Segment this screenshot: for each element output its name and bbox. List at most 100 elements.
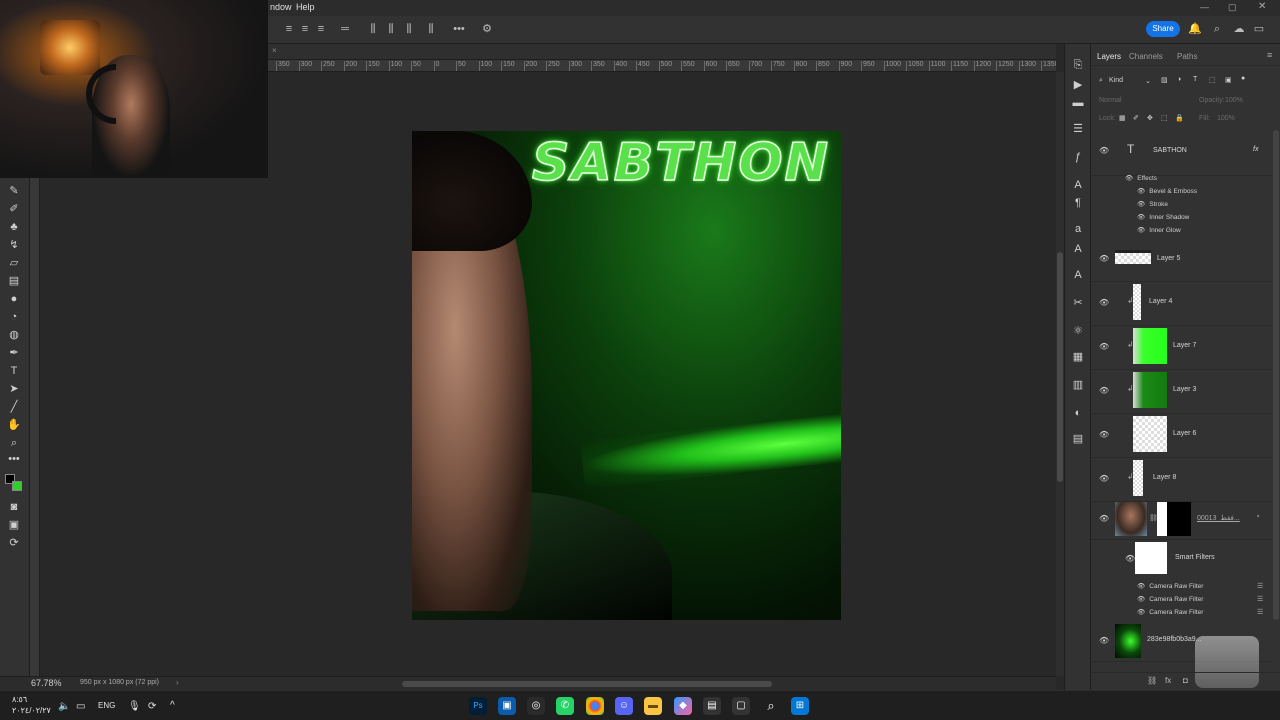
lock-position-icon[interactable]: ✥: [1147, 114, 1153, 122]
visibility-eye-icon[interactable]: 👁: [1099, 430, 1109, 439]
horizontal-scrollbar[interactable]: [402, 681, 772, 687]
gradient-tool-icon[interactable]: ▤: [7, 274, 21, 288]
layer-row-7[interactable]: 👁 ↲ Layer 7: [1091, 326, 1273, 370]
blend-mode-select[interactable]: Normal: [1099, 97, 1122, 104]
libraries-icon[interactable]: ▤: [1071, 432, 1085, 446]
paragraph-icon[interactable]: ¶: [1071, 196, 1085, 210]
layer-row-3[interactable]: 👁 ↲ Layer 3: [1091, 370, 1273, 414]
filter-type-icon[interactable]: T: [1193, 76, 1197, 83]
lock-all-icon[interactable]: 🔒: [1175, 114, 1184, 122]
character-icon[interactable]: A: [1071, 178, 1085, 192]
network-icon[interactable]: ▭: [76, 701, 85, 712]
lock-pixels-icon[interactable]: ▦: [1119, 114, 1126, 122]
quick-mask-icon[interactable]: ◙: [7, 500, 21, 514]
sync-icon[interactable]: ⟳: [148, 701, 156, 712]
layer-mask-thumbnail[interactable]: [1157, 502, 1191, 536]
visibility-eye-icon[interactable]: 👁: [1099, 298, 1109, 307]
filter-smart-icon[interactable]: ▣: [1225, 76, 1232, 84]
tab-channels[interactable]: Channels: [1129, 52, 1163, 61]
layer-row-4[interactable]: 👁 ↲ Layer 4: [1091, 282, 1273, 326]
chatgpt-icon[interactable]: ◎: [527, 697, 545, 715]
visibility-eye-icon[interactable]: 👁: [1099, 514, 1109, 523]
smart-filters-row[interactable]: 👁 Smart Filters: [1091, 540, 1273, 576]
smart-filter-item[interactable]: 👁 Camera Raw Filter: [1137, 608, 1203, 616]
zoom-tool-icon[interactable]: ⌕: [7, 436, 21, 450]
layer-name[interactable]: Layer 3: [1173, 386, 1196, 393]
filter-options-icon[interactable]: ☰: [1257, 595, 1263, 603]
fill-value[interactable]: 100%: [1217, 115, 1235, 122]
workspace-icon[interactable]: ▭: [1252, 22, 1266, 36]
visibility-eye-icon[interactable]: 👁: [1099, 254, 1109, 263]
lock-artboard-icon[interactable]: ⬚: [1161, 114, 1168, 122]
dodge-tool-icon[interactable]: ◔: [7, 310, 21, 324]
visibility-eye-icon[interactable]: 👁: [1099, 342, 1109, 351]
history-icon[interactable]: ⎘: [1071, 58, 1085, 72]
character-styles-icon[interactable]: A: [1071, 268, 1085, 282]
generative-icon[interactable]: ⟳: [7, 536, 21, 550]
layer-name[interactable]: Layer 5: [1157, 255, 1180, 262]
search-icon[interactable]: ⌕: [762, 697, 780, 715]
type-tool-icon[interactable]: T: [7, 364, 21, 378]
adjustments-icon[interactable]: ◐: [1071, 406, 1085, 420]
tray-expand-icon[interactable]: ^: [170, 700, 175, 711]
layer-name[interactable]: Layer 4: [1149, 298, 1172, 305]
visibility-eye-icon[interactable]: 👁: [1099, 386, 1109, 395]
sponge-tool-icon[interactable]: ◍: [7, 328, 21, 342]
smart-filter-item[interactable]: 👁 Camera Raw Filter: [1137, 595, 1203, 603]
store-icon[interactable]: ▤: [703, 697, 721, 715]
visibility-eye-icon[interactable]: 👁: [1099, 636, 1109, 645]
align-bottom-icon[interactable]: ⫼: [402, 22, 416, 36]
document-info[interactable]: 950 px x 1080 px (72 ppi): [80, 679, 159, 686]
fx-badge[interactable]: fx: [1253, 146, 1258, 153]
eraser-tool-icon[interactable]: ▱: [7, 256, 21, 270]
status-arrow-icon[interactable]: ›: [176, 678, 179, 687]
folder-icon[interactable]: ▬: [644, 697, 662, 715]
close-icon[interactable]: ✕: [1258, 1, 1266, 12]
filter-adjustment-icon[interactable]: ◑: [1177, 76, 1181, 83]
hand-tool-icon[interactable]: ✋: [7, 418, 21, 432]
add-style-icon[interactable]: fx: [1165, 676, 1171, 685]
edit-toolbar-icon[interactable]: •••: [7, 452, 21, 466]
search-icon[interactable]: ⌕: [1210, 22, 1224, 36]
clock-date[interactable]: ٢٠٢٤/٠٢/٢٧: [12, 706, 51, 715]
visibility-eye-icon[interactable]: 👁: [1125, 554, 1135, 563]
language-indicator[interactable]: ENG: [98, 701, 115, 710]
filter-options-icon[interactable]: ☰: [1257, 582, 1263, 590]
align-middle-icon[interactable]: ⫼: [384, 22, 398, 36]
layer-row-sabthon[interactable]: 👁 T SABTHON fx: [1091, 132, 1273, 176]
align-left-icon[interactable]: ≡: [282, 22, 296, 36]
explorer-window-icon[interactable]: ▣: [498, 697, 516, 715]
distribute-icon[interactable]: ═: [338, 22, 352, 36]
effects-group[interactable]: 👁 Effects: [1125, 174, 1157, 182]
smart-filter-mask-thumbnail[interactable]: [1135, 542, 1167, 574]
visibility-eye-icon[interactable]: 👁: [1099, 146, 1109, 155]
path-select-tool-icon[interactable]: ➤: [7, 382, 21, 396]
filter-options-icon[interactable]: ☰: [1257, 608, 1263, 616]
whatsapp-icon[interactable]: ✆: [556, 697, 574, 715]
layer-row-8[interactable]: 👁 ↲ Layer 8: [1091, 458, 1273, 502]
tools-icon[interactable]: ✂: [1071, 296, 1085, 310]
layer-name[interactable]: Layer 7: [1173, 342, 1196, 349]
align-center-icon[interactable]: ≡: [298, 22, 312, 36]
adjust-icon[interactable]: ☰: [1071, 122, 1085, 136]
background-color-swatch[interactable]: [12, 481, 22, 491]
layer-row-portrait[interactable]: 👁 ⛓ 00013_فقط... ◔: [1091, 500, 1273, 540]
distribute-vertical-icon[interactable]: ⫼: [424, 22, 438, 36]
cloud-icon[interactable]: ☁: [1232, 22, 1246, 36]
opacity-value[interactable]: 100%: [1225, 97, 1243, 104]
link-layers-icon[interactable]: ⛓: [1147, 676, 1157, 685]
menu-help[interactable]: Help: [296, 2, 315, 12]
discord-icon[interactable]: ☺: [615, 697, 633, 715]
menu-window[interactable]: ndow: [270, 2, 292, 12]
effect-item[interactable]: 👁 Bevel & Emboss: [1137, 187, 1197, 195]
layer-name[interactable]: 283e98fb0b3a9...: [1147, 636, 1202, 643]
visibility-eye-icon[interactable]: 👁: [1099, 474, 1109, 483]
chrome-icon[interactable]: [586, 697, 604, 715]
document-canvas[interactable]: SABTHON: [412, 131, 841, 620]
vertical-scrollbar[interactable]: [1057, 252, 1063, 482]
pen-tool-icon[interactable]: ✒: [7, 346, 21, 360]
glyphs-icon[interactable]: a: [1071, 222, 1085, 236]
brush-tool-icon[interactable]: ✐: [7, 202, 21, 216]
copilot-icon[interactable]: ◆: [674, 697, 692, 715]
align-right-icon[interactable]: ≡: [314, 22, 328, 36]
